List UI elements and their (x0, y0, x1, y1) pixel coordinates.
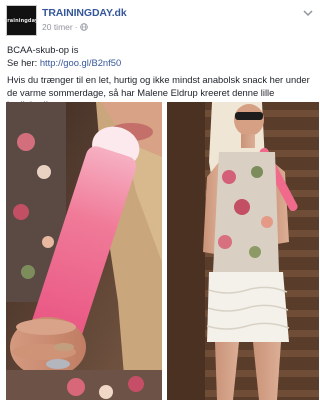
page-avatar[interactable]: trainingday (4, 5, 39, 36)
photo-right-illustration (167, 102, 319, 400)
post-title-line: BCAA-skub-op is (7, 44, 79, 55)
post-photo-right[interactable] (167, 102, 319, 400)
chevron-down-icon[interactable] (302, 7, 314, 19)
page-name-link[interactable]: TRAININGDAY.dk (42, 7, 127, 19)
globe-icon (79, 23, 88, 31)
post-photo-left[interactable] (6, 102, 162, 400)
avatar-logo-text: trainingday (4, 17, 39, 24)
post-link[interactable]: http://goo.gl/B2nf50 (40, 57, 121, 68)
link-prefix: Se her: (7, 56, 40, 68)
post-link-line: Se her: http://goo.gl/B2nf50 (7, 57, 315, 70)
post-meta: 20 timer · (42, 22, 88, 32)
photo-left-illustration (6, 102, 162, 400)
post-header: trainingday TRAININGDAY.dk 20 timer · (4, 5, 316, 39)
post-timestamp[interactable]: 20 timer (42, 22, 73, 32)
